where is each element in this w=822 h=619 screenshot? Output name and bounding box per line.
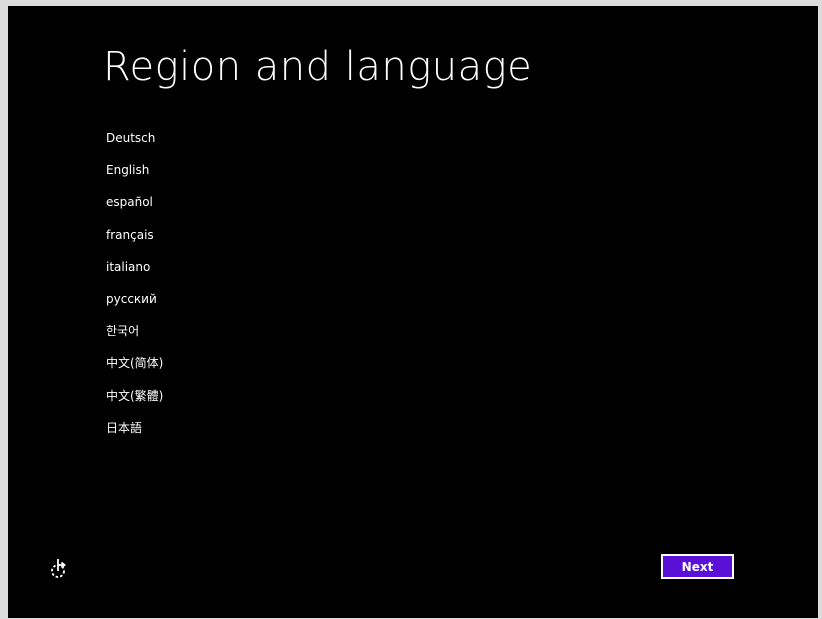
ease-of-access-icon[interactable] (49, 557, 71, 579)
language-option-russian[interactable]: русский (106, 283, 163, 315)
language-option-korean[interactable]: 한국어 (106, 315, 163, 347)
setup-screen: Region and language Deutsch English espa… (8, 6, 818, 618)
language-list: Deutsch English español français italian… (106, 122, 163, 444)
language-option-english[interactable]: English (106, 154, 163, 186)
language-option-italiano[interactable]: italiano (106, 251, 163, 283)
next-button[interactable]: Next (661, 554, 734, 579)
ease-of-access-icon-graphic (51, 559, 66, 578)
language-option-deutsch[interactable]: Deutsch (106, 122, 163, 154)
language-option-japanese[interactable]: 日本語 (106, 412, 163, 444)
page-title: Region and language (103, 44, 533, 90)
language-option-francais[interactable]: français (106, 219, 163, 251)
language-option-chinese-traditional[interactable]: 中文(繁體) (106, 380, 163, 412)
language-option-chinese-simplified[interactable]: 中文(简体) (106, 347, 163, 379)
language-option-espanol[interactable]: español (106, 186, 163, 218)
